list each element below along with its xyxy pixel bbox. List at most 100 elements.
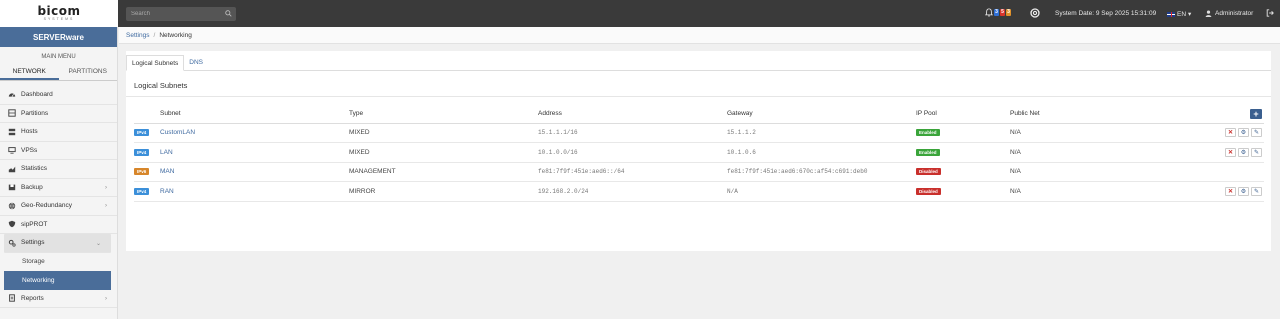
sidebar-item-backup[interactable]: Backup ›: [0, 179, 117, 197]
tab-dns[interactable]: DNS: [184, 55, 208, 70]
sidebar-item-label: Hosts: [21, 128, 38, 136]
table-header-row: Subnet Type Address Gateway IP Pool Publ…: [134, 105, 1264, 124]
search-box: [126, 7, 236, 21]
add-subnet-button[interactable]: +: [1250, 108, 1262, 119]
edit-icon[interactable]: ✎: [1251, 147, 1262, 157]
delete-button[interactable]: ✕: [1225, 128, 1236, 138]
tab-logical-subnets[interactable]: Logical Subnets: [126, 55, 185, 71]
edit-icon[interactable]: ✎: [1251, 128, 1262, 138]
partitions-icon: [8, 109, 16, 117]
actions-cell: ✕ ⚙ ✎: [1160, 181, 1264, 202]
header-type[interactable]: Type: [349, 105, 538, 124]
user-menu[interactable]: Administrator: [1205, 10, 1253, 17]
row-actions: ✕ ⚙ ✎: [1160, 128, 1264, 138]
sidebar-item-label: Geo-Redundancy: [21, 202, 72, 210]
main-menu-label: MAIN MENU: [41, 54, 76, 60]
ip-pool-badge: Disabled: [916, 187, 941, 195]
header-gateway[interactable]: Gateway: [727, 105, 916, 124]
delete-button[interactable]: ✕: [1225, 186, 1236, 196]
header-public-net[interactable]: Public Net: [1010, 105, 1160, 124]
notification-badge-orange[interactable]: 3: [1006, 9, 1011, 16]
language-selector[interactable]: EN ▾: [1167, 10, 1191, 18]
notification-badge-red[interactable]: 5: [1000, 9, 1005, 16]
logo-subtext: SYSTEMS: [43, 17, 75, 21]
chevron-down-icon: ▾: [1188, 11, 1192, 18]
sidebar-item-reports[interactable]: Reports ›: [0, 290, 117, 308]
bicom-logo[interactable]: bicom SYSTEMS: [0, 0, 118, 27]
actions-cell: [1160, 162, 1264, 182]
address-cell: 10.1.0.0/16: [538, 142, 727, 163]
tab-partitions[interactable]: PARTITIONS: [59, 64, 118, 80]
sidebar-item-vpss[interactable]: VPSs: [0, 142, 117, 160]
type-cell: MIXED: [349, 142, 538, 163]
address-cell: 15.1.1.1/16: [538, 123, 727, 143]
delete-button[interactable]: ✕: [1225, 147, 1236, 157]
subnet-cell: MAN: [160, 162, 349, 182]
user-icon: [1205, 10, 1212, 17]
gateway-cell: 10.1.0.6: [727, 142, 916, 163]
vps-icon: [8, 146, 16, 154]
sidebar-subitem-storage[interactable]: Storage: [0, 253, 117, 272]
support-icon[interactable]: [1030, 8, 1040, 18]
public-net-cell: N/A: [1010, 142, 1160, 163]
settings-icon: [8, 239, 16, 247]
table-row: IPv4 LAN MIXED 10.1.0.0/16 10.1.0.6 Enab…: [134, 142, 1264, 163]
sidebar-item-hosts[interactable]: Hosts: [0, 123, 117, 142]
sidebar-item-geo-redundancy[interactable]: Geo-Redundancy ›: [0, 197, 117, 216]
ip-version-badge: IPv4: [134, 129, 150, 137]
header-version: [134, 105, 160, 124]
search-input[interactable]: [131, 11, 221, 17]
gateway-cell: N/A: [727, 181, 916, 202]
breadcrumb-settings[interactable]: Settings: [126, 32, 150, 39]
ip-pool-cell: Disabled: [916, 162, 1010, 182]
ip-pool-badge: Enabled: [916, 129, 940, 137]
top-bar: bicom SYSTEMS 3 5 3 System Date: 9 Sep 2…: [0, 0, 1280, 27]
subnet-link[interactable]: CustomLAN: [160, 129, 195, 136]
sidebar-item-partitions[interactable]: Partitions: [0, 105, 117, 123]
version-cell: IPv4: [134, 142, 160, 163]
system-date: System Date: 9 Sep 2025 15:31:09: [1055, 10, 1157, 17]
dashboard-icon: [8, 91, 16, 99]
type-cell: MIXED: [349, 123, 538, 143]
sidebar-nav: Dashboard Partitions Hosts VPSs Statisti…: [0, 86, 117, 308]
ip-pool-badge: Enabled: [916, 148, 940, 156]
gear-icon[interactable]: ⚙: [1238, 186, 1249, 196]
subnet-link[interactable]: LAN: [160, 149, 173, 156]
search-icon[interactable]: [225, 10, 232, 17]
header-ip-pool[interactable]: IP Pool: [916, 105, 1010, 124]
public-net-cell: N/A: [1010, 123, 1160, 143]
ip-pool-cell: Enabled: [916, 142, 1010, 163]
sidebar-item-label: Statistics: [21, 165, 48, 173]
address-cell: 192.168.2.0/24: [538, 181, 727, 202]
sidebar-item-label: sipPROT: [21, 220, 48, 228]
sidebar-item-sipprot[interactable]: sipPROT: [0, 216, 117, 234]
notification-badge-blue[interactable]: 3: [994, 9, 999, 16]
row-actions: ✕ ⚙ ✎: [1160, 186, 1264, 196]
tab-network[interactable]: NETWORK: [0, 64, 59, 80]
logout-icon[interactable]: [1266, 9, 1274, 17]
breadcrumb-current: Networking: [159, 31, 192, 39]
gear-icon[interactable]: ⚙: [1238, 147, 1249, 157]
sidebar-item-dashboard[interactable]: Dashboard: [0, 86, 117, 105]
ip-pool-badge: Disabled: [916, 168, 941, 176]
breadcrumb-separator: /: [153, 31, 156, 39]
sidebar-item-settings[interactable]: Settings ⌄: [4, 234, 111, 253]
notifications[interactable]: 3 5 3: [985, 8, 1011, 17]
gateway-cell: fe81:7f9f:451e:aed6:670c:af54:c691:deb0: [727, 162, 916, 182]
header-address[interactable]: Address: [538, 105, 727, 124]
subnet-link[interactable]: RAN: [160, 188, 174, 195]
brand-title: SERVERware: [0, 27, 117, 47]
subnet-link[interactable]: MAN: [160, 168, 174, 175]
table-row: IPv4 RAN MIRROR 192.168.2.0/24 N/A Disab…: [134, 181, 1264, 202]
ip-pool-cell: Enabled: [916, 123, 1010, 143]
actions-cell: ✕ ⚙ ✎: [1160, 123, 1264, 143]
ip-version-badge: IPv4: [134, 148, 150, 156]
sidebar-item-statistics[interactable]: Statistics: [0, 160, 117, 179]
sidebar-subitem-networking[interactable]: Networking: [4, 271, 111, 290]
header-subnet[interactable]: Subnet: [160, 105, 349, 124]
logo-text: bicom: [37, 4, 81, 18]
ip-pool-cell: Disabled: [916, 181, 1010, 202]
gear-icon[interactable]: ⚙: [1238, 128, 1249, 138]
table-row: IPv6 MAN MANAGEMENT fe81:7f9f:451e:aed6:…: [134, 162, 1264, 182]
edit-icon[interactable]: ✎: [1251, 186, 1262, 196]
